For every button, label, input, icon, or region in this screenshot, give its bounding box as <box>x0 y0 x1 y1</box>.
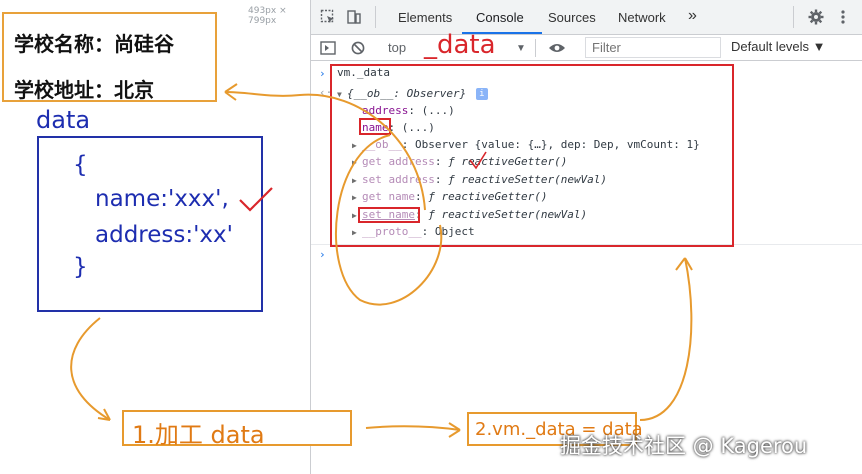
watermark: 掘金技术社区 @ Kagerou <box>560 434 808 458</box>
step1-label: 1.加工 data <box>132 421 265 449</box>
step1-box: 1.加工 data <box>122 410 352 449</box>
annotation-arrows <box>70 83 693 438</box>
